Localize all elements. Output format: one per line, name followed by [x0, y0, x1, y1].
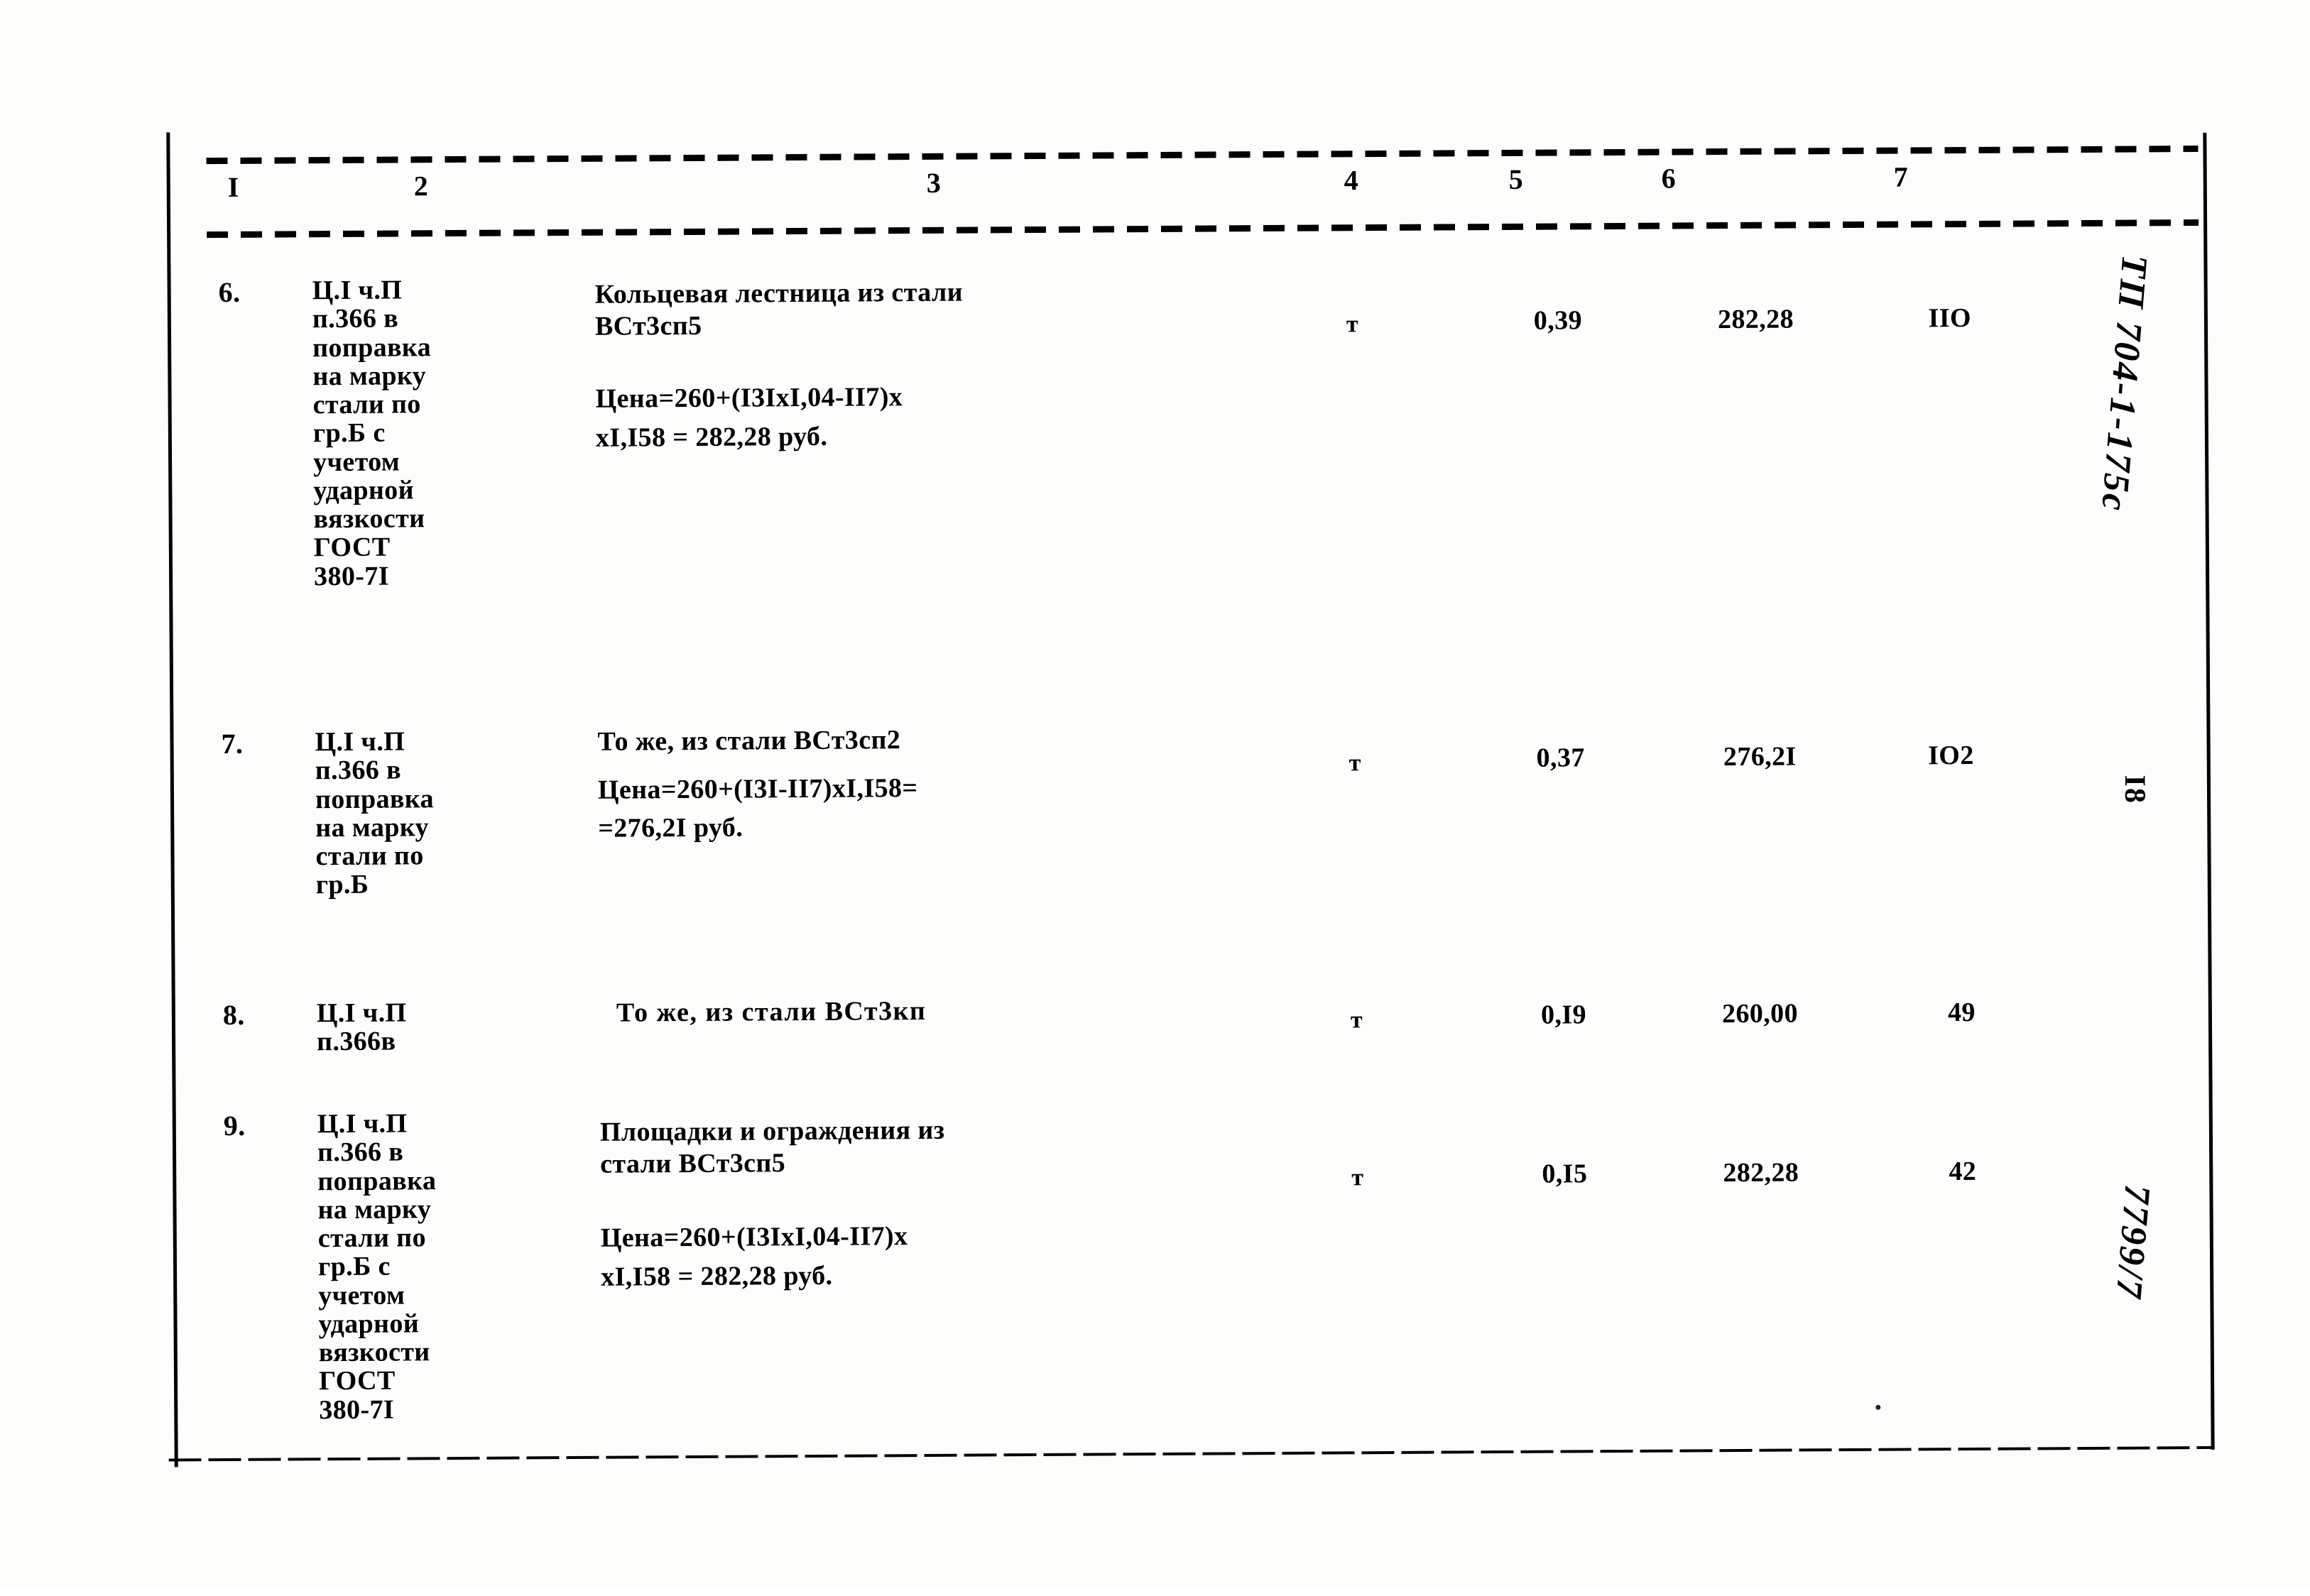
table-row: 7.	[221, 727, 244, 760]
row-quantity: 0,37	[1536, 743, 1585, 773]
row-price: 282,28	[1717, 304, 1794, 335]
row-price: 260,00	[1721, 998, 1799, 1029]
column-header-3: 3	[926, 166, 941, 199]
table-left-border	[166, 132, 178, 1467]
row-reference: Ц.I ч.П п.366 в поправка на марку стали …	[317, 1108, 437, 1425]
column-header-1: I	[227, 170, 239, 203]
row-unit: т	[1351, 1164, 1364, 1191]
row-total: IIO	[1928, 302, 1972, 334]
row-description-title: Площадки и ограждения из стали ВСт3сп5	[599, 1115, 945, 1179]
row-price: 276,2I	[1723, 741, 1797, 772]
column-header-5: 5	[1508, 163, 1523, 195]
page-number: I8	[2118, 775, 2152, 805]
row-reference: Ц.I ч.П п.366в	[316, 998, 407, 1057]
column-header-6: 6	[1661, 162, 1676, 195]
row-description-title: То же, из стали ВСт3сп2	[597, 725, 901, 757]
row-description-formula: Цена=260+(I3IxI,04-II7)x xI,I58 = 282,28…	[600, 1221, 908, 1292]
row-unit: т	[1349, 750, 1361, 777]
row-total: IO2	[1928, 740, 1974, 771]
table-sheet: I 2 3 4 5 6 7 6. Ц.I ч.П п.366 в поправк…	[0, 0, 2310, 1596]
table-bottom-border	[168, 1445, 2214, 1462]
table-row: 8.	[222, 998, 245, 1032]
header-bottom-rule	[207, 219, 2199, 239]
table-right-border	[2203, 132, 2215, 1450]
row-total: 42	[1949, 1156, 1977, 1187]
column-header-7: 7	[1893, 160, 1908, 193]
table-row: 9.	[223, 1109, 246, 1142]
column-header-4: 4	[1344, 164, 1358, 197]
row-reference: Ц.I ч.П п.366 в поправка на марку стали …	[315, 726, 435, 900]
row-description-title: То же, из стали ВСт3кп	[616, 995, 927, 1028]
row-description-formula: Цена=260+(I3IxI,04-II7)x xI,I58 = 282,28…	[595, 382, 903, 453]
row-unit: т	[1350, 1007, 1363, 1034]
row-quantity: 0,39	[1533, 305, 1583, 336]
row-quantity: 0,I9	[1540, 1000, 1587, 1030]
row-description-formula: Цена=260+(I3I-II7)xI,I58= =276,2I руб.	[597, 773, 918, 843]
row-unit: т	[1346, 311, 1359, 338]
handwritten-archive-code: 7799/7	[2108, 1183, 2158, 1302]
row-reference: Ц.I ч.П п.366 в поправка на марку стали …	[312, 275, 432, 591]
scan-speckle	[1875, 1404, 1881, 1410]
row-price: 282,28	[1723, 1157, 1799, 1188]
row-total: 49	[1947, 997, 1976, 1028]
table-row: 6.	[218, 275, 241, 309]
row-quantity: 0,I5	[1542, 1159, 1588, 1189]
column-header-2: 2	[413, 170, 428, 202]
handwritten-project-code: ТП 704-1-175с	[2093, 253, 2155, 515]
scanned-page: I 2 3 4 5 6 7 6. Ц.I ч.П п.366 в поправк…	[0, 0, 2310, 1589]
row-description-title: Кольцевая лестница из стали ВСт3сп5	[594, 277, 964, 341]
